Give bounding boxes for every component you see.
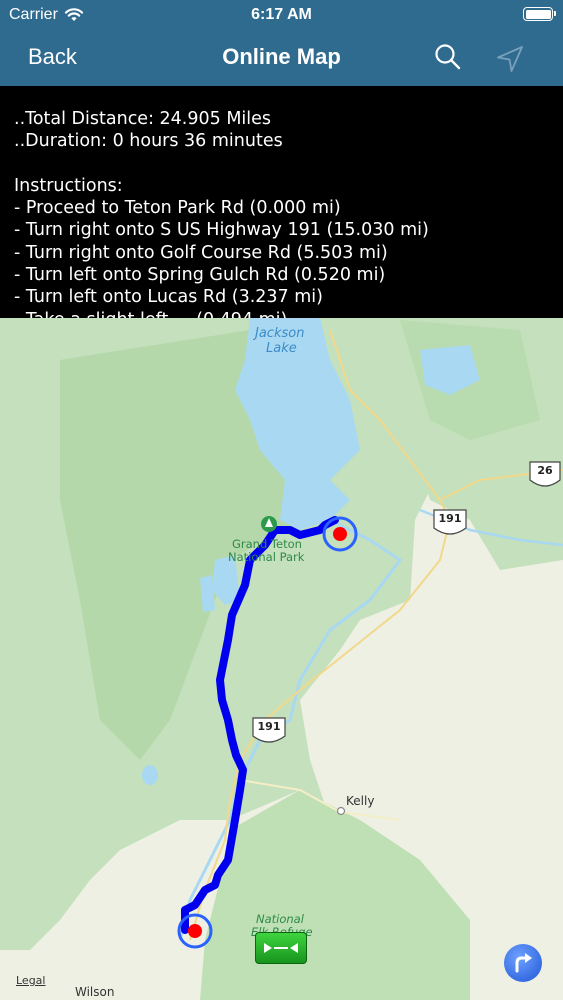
current-location-pin[interactable] [188, 924, 202, 938]
status-bar: Carrier 6:17 AM [0, 0, 563, 30]
kelly-marker [336, 806, 346, 816]
map-canvas [0, 318, 563, 1000]
instruction-step: - Turn left onto Spring Gulch Rd (0.520 … [14, 265, 386, 286]
legal-link[interactable]: Legal [16, 974, 45, 987]
map-view[interactable]: Jackson Lake Grand Teton National Park K… [0, 318, 563, 1000]
turn-arrow-icon [515, 953, 532, 973]
instructions-header: Instructions: [14, 175, 123, 196]
us26-shield-number: 26 [537, 464, 553, 477]
park-label-1: Grand Teton [232, 537, 302, 551]
battery-icon [523, 7, 556, 21]
us191-shield-number: 191 [257, 720, 281, 733]
kelly-label: Kelly [346, 794, 375, 808]
wilson-label: Wilson [75, 985, 115, 999]
total-distance: ..Total Distance: 24.905 Miles [14, 109, 272, 129]
destination-pin[interactable] [333, 527, 347, 541]
location-arrow-icon[interactable] [494, 43, 526, 75]
route-options-button[interactable] [504, 944, 542, 982]
jackson-lake-label-1: Jackson [255, 326, 305, 341]
instruction-step: - Turn right onto S US Highway 191 (15.0… [14, 220, 429, 241]
toggle-directions-button[interactable] [255, 932, 307, 964]
us191-shield-number: 191 [438, 512, 462, 525]
double-arrow-icon [264, 943, 298, 953]
lake [142, 765, 158, 785]
elk-refuge-label-1: National [256, 912, 304, 926]
page-title: Online Map [222, 44, 341, 69]
instruction-step: - Turn left onto Lucas Rd (3.237 mi) [14, 287, 323, 308]
jackson-lake-label-2: Lake [266, 341, 297, 356]
instruction-step: - Turn right onto Golf Course Rd (5.503 … [14, 242, 388, 263]
instruction-step: - Take a slight left ... (0.494 mi) [14, 309, 563, 318]
navigation-bar: Back Online Map [0, 30, 563, 86]
clock: 6:17 AM [251, 6, 312, 23]
park-label-2: National Park [228, 550, 305, 564]
instruction-step: - Proceed to Teton Park Rd (0.000 mi) [14, 198, 341, 219]
directions-panel: ..Total Distance: 24.905 Miles ..Duratio… [0, 86, 563, 318]
top-bar: Carrier 6:17 AM Back Online Map [0, 0, 563, 86]
search-icon[interactable] [433, 42, 463, 72]
duration: ..Duration: 0 hours 36 minutes [14, 131, 283, 152]
